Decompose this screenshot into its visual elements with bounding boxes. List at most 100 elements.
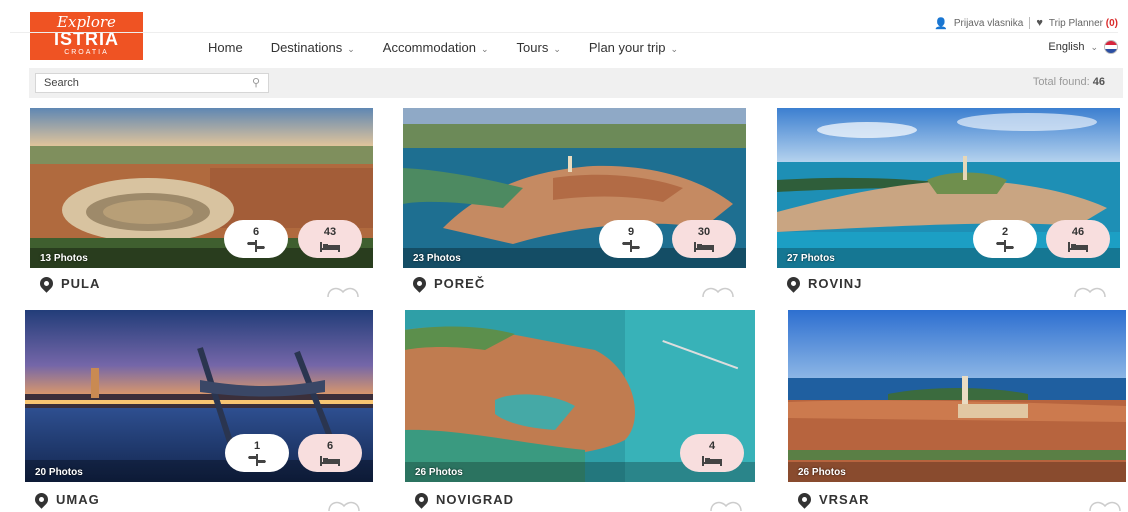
heart-icon[interactable]: [701, 284, 735, 298]
chevron-down-icon: ⌄: [670, 43, 679, 54]
destination-card-porec[interactable]: 23 Photos 9 30 POREČ: [403, 108, 746, 298]
nav-plan-your-trip[interactable]: Plan your trip ⌄: [589, 40, 678, 55]
bed-icon: [1068, 242, 1088, 252]
trip-planner-label: Trip Planner: [1048, 17, 1103, 29]
chevron-down-icon: ⌄: [1090, 41, 1098, 52]
destination-card-novigrad[interactable]: 26 Photos 4 NOVIGRAD: [405, 310, 755, 512]
destination-photo[interactable]: 13 Photos 6 43: [30, 108, 373, 268]
bed-icon: [694, 242, 714, 252]
accommodation-count: 30: [697, 226, 711, 238]
destination-title[interactable]: UMAG: [32, 490, 100, 509]
nav-destinations[interactable]: Destinations ⌄: [271, 40, 355, 55]
nav-accommodation-label: Accommodation: [382, 39, 476, 55]
chevron-down-icon: ⌄: [553, 43, 561, 54]
owner-login-link[interactable]: Prijava vlasnika: [954, 18, 1023, 29]
photo-count: 26 Photos: [798, 467, 846, 478]
destination-photo[interactable]: 27 Photos 2 46: [777, 108, 1120, 268]
destination-photo[interactable]: 20 Photos 1 6: [25, 310, 373, 482]
total-value: 46: [1092, 76, 1105, 88]
map-pin-icon: [37, 274, 56, 293]
map-pin-icon: [32, 490, 51, 509]
bed-icon: [702, 456, 722, 466]
tours-badge[interactable]: 9: [599, 220, 663, 258]
accommodation-count: 4: [708, 440, 716, 452]
flag-icon: [1104, 40, 1118, 54]
photo-count: 26 Photos: [415, 467, 463, 478]
signpost-icon: [248, 454, 266, 466]
heart-icon: ♥: [1036, 17, 1043, 29]
heart-icon[interactable]: [1073, 284, 1107, 298]
accommodation-badge[interactable]: 43: [298, 220, 362, 258]
nav-tours[interactable]: Tours ⌄: [517, 40, 561, 55]
tours-count: 6: [252, 226, 260, 238]
tours-count: 2: [1001, 226, 1009, 238]
accommodation-badge[interactable]: 4: [680, 434, 744, 472]
top-bar: 👤 Prijava vlasnika ♥ Trip Planner (0): [934, 15, 1118, 31]
destination-name: ROVINJ: [808, 276, 863, 291]
destination-card-umag[interactable]: 20 Photos 1 6 UMAG: [25, 310, 373, 512]
destination-title[interactable]: NOVIGRAD: [412, 490, 515, 509]
search-icon[interactable]: ⚲: [252, 76, 260, 89]
destination-title[interactable]: VRSAR: [795, 490, 870, 509]
heart-icon[interactable]: [709, 498, 743, 512]
signpost-icon: [247, 240, 265, 252]
destination-card-vrsar[interactable]: 26 Photos VRSAR: [788, 310, 1126, 512]
site-logo[interactable]: Explore ISTRIA CROATIA: [30, 12, 143, 60]
photo-count: 20 Photos: [35, 467, 83, 478]
nav-tours-label: Tours: [516, 39, 549, 55]
logo-line-explore: Explore: [57, 13, 116, 31]
signpost-icon: [622, 240, 640, 252]
destination-photo[interactable]: 23 Photos 9 30: [403, 108, 746, 268]
destination-name: POREČ: [434, 276, 486, 291]
filter-bar: Search ⚲ Total found: 46: [29, 68, 1123, 98]
heart-icon[interactable]: [327, 498, 361, 512]
tours-count: 9: [627, 226, 635, 238]
destination-card-pula[interactable]: 13 Photos 6 43 PULA: [30, 108, 373, 298]
accommodation-badge[interactable]: 46: [1046, 220, 1110, 258]
divider: [1029, 17, 1031, 29]
tours-badge[interactable]: 1: [225, 434, 289, 472]
language-label: English: [1048, 41, 1085, 53]
destination-card-rovinj[interactable]: 27 Photos 2 46 ROVINJ: [777, 108, 1120, 298]
heart-icon[interactable]: [326, 284, 360, 298]
bed-icon: [320, 456, 340, 466]
signpost-icon: [996, 240, 1014, 252]
nav-plan-label: Plan your trip: [588, 39, 666, 55]
total-label: Total found:: [1032, 76, 1090, 88]
nav-home-label: Home: [208, 39, 243, 55]
tours-badge[interactable]: 6: [224, 220, 288, 258]
map-pin-icon: [784, 274, 803, 293]
photo-count: 27 Photos: [787, 253, 835, 264]
accommodation-badge[interactable]: 30: [672, 220, 736, 258]
destination-photo[interactable]: 26 Photos 4: [405, 310, 755, 482]
trip-planner-link[interactable]: Trip Planner (0): [1049, 18, 1118, 29]
destination-name: NOVIGRAD: [436, 492, 515, 507]
tours-badge[interactable]: 2: [973, 220, 1037, 258]
total-found: Total found: 46: [1033, 76, 1105, 88]
tours-count: 1: [253, 440, 261, 452]
nav-home[interactable]: Home: [208, 40, 243, 55]
destination-title[interactable]: ROVINJ: [784, 274, 863, 293]
search-placeholder: Search: [44, 77, 79, 89]
nav-destinations-label: Destinations: [270, 39, 343, 55]
bed-icon: [320, 242, 340, 252]
destination-title[interactable]: PULA: [37, 274, 100, 293]
main-nav: Home Destinations ⌄ Accommodation ⌄ Tours ⌄…: [208, 33, 706, 61]
accommodation-badge[interactable]: 6: [298, 434, 362, 472]
user-icon: 👤: [934, 17, 948, 30]
destination-name: VRSAR: [819, 492, 870, 507]
trip-planner-count: (0): [1105, 17, 1118, 29]
destination-photo[interactable]: 26 Photos: [788, 310, 1126, 482]
accommodation-count: 46: [1071, 226, 1085, 238]
map-pin-icon: [412, 490, 431, 509]
accommodation-count: 6: [326, 440, 334, 452]
destination-name: UMAG: [56, 492, 100, 507]
language-selector[interactable]: English ⌄: [1048, 40, 1118, 54]
photo-count: 13 Photos: [40, 253, 88, 264]
chevron-down-icon: ⌄: [347, 43, 355, 54]
nav-accommodation[interactable]: Accommodation ⌄: [383, 40, 489, 55]
destination-title[interactable]: POREČ: [410, 274, 486, 293]
heart-icon[interactable]: [1088, 498, 1122, 512]
photo-count: 23 Photos: [413, 253, 461, 264]
search-input[interactable]: Search ⚲: [35, 73, 269, 93]
